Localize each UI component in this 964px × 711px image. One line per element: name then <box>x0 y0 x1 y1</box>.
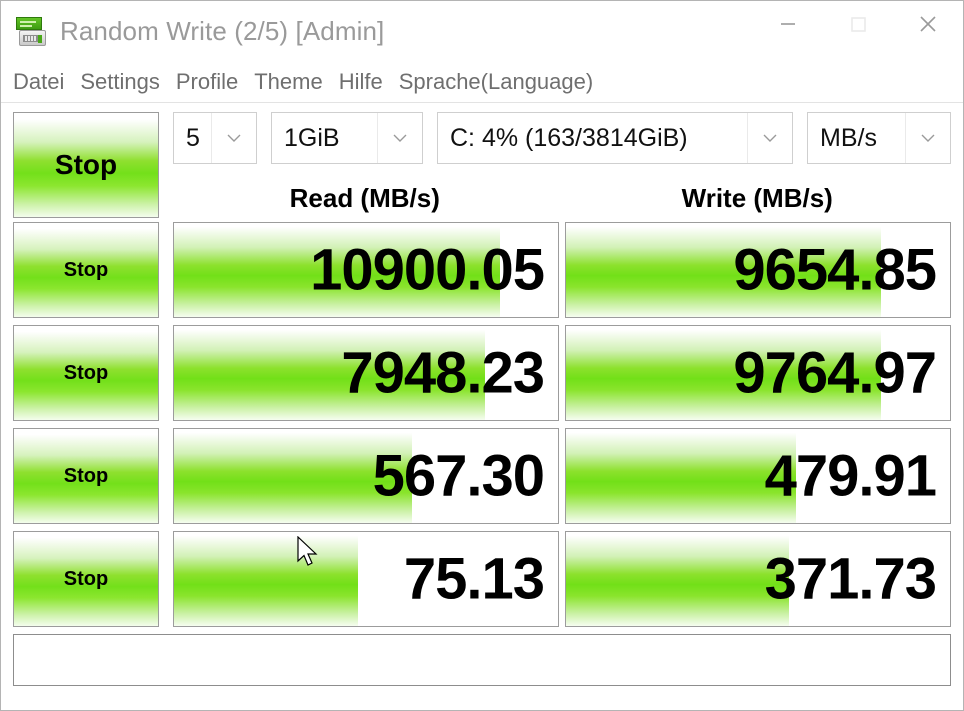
write-value-4: 371.73 <box>764 546 937 612</box>
crystaldiskmark-icon <box>14 15 48 49</box>
drive-select[interactable]: C: 4% (163/3814GiB) <box>437 112 793 164</box>
read-column-header: Read (MB/s) <box>289 183 440 213</box>
menu-item-sprache[interactable]: Sprache(Language) <box>399 69 593 95</box>
menu-bar: Datei Settings Profile Theme Hilfe Sprac… <box>1 62 963 103</box>
table-row: Stop 567.30 479.91 <box>13 428 951 524</box>
write-value-3: 479.91 <box>764 443 937 509</box>
maximize-icon <box>851 17 866 32</box>
all-benchmark-stop-button[interactable]: Stop <box>13 112 159 218</box>
menu-item-theme[interactable]: Theme <box>254 69 322 95</box>
write-fill-bar-4 <box>566 532 789 626</box>
comment-input[interactable] <box>13 634 951 686</box>
close-button[interactable] <box>893 1 963 47</box>
menu-item-profile[interactable]: Profile <box>176 69 238 95</box>
write-fill-bar-3 <box>566 429 797 523</box>
row-stop-button-3[interactable]: Stop <box>13 428 159 524</box>
window-controls <box>753 1 963 47</box>
read-result-cell-1: 10900.05 <box>173 222 559 318</box>
read-value-2: 7948.23 <box>341 340 545 406</box>
table-row: Stop 10900.05 9654.85 <box>13 222 951 318</box>
close-icon <box>920 16 936 32</box>
minimize-button[interactable] <box>753 1 823 47</box>
unit-value: MB/s <box>820 123 877 152</box>
write-result-cell-3: 479.91 <box>565 428 951 524</box>
write-result-cell-2: 9764.97 <box>565 325 951 421</box>
table-row: Stop 75.13 371.73 <box>13 531 951 627</box>
write-column-header: Write (MB/s) <box>681 183 833 213</box>
read-result-cell-3: 567.30 <box>173 428 559 524</box>
write-value-1: 9654.85 <box>733 237 937 303</box>
title-bar: Random Write (2/5) [Admin] <box>1 1 963 62</box>
toolbar-combos: 5 1GiB C: 4% (163/3814GiB) MB/s <box>173 112 951 164</box>
toolbar: Stop 5 1GiB C: 4% (163/3814GiB) MB/s Rea… <box>13 112 951 220</box>
row-stop-button-2[interactable]: Stop <box>13 325 159 421</box>
chevron-down-icon <box>905 113 950 163</box>
drive-value: C: 4% (163/3814GiB) <box>450 123 688 152</box>
maximize-button[interactable] <box>823 1 893 47</box>
write-result-cell-1: 9654.85 <box>565 222 951 318</box>
test-size-value: 1GiB <box>284 123 340 152</box>
menu-item-datei[interactable]: Datei <box>13 69 64 95</box>
test-count-value: 5 <box>186 123 200 152</box>
read-fill-bar-4 <box>174 532 359 626</box>
crystaldiskmark-window: Random Write (2/5) [Admin] Datei Setting… <box>0 0 964 711</box>
menu-item-settings[interactable]: Settings <box>80 69 160 95</box>
test-count-select[interactable]: 5 <box>173 112 257 164</box>
write-result-cell-4: 371.73 <box>565 531 951 627</box>
window-title: Random Write (2/5) [Admin] <box>60 16 385 46</box>
minimize-icon <box>781 23 795 25</box>
content-area: Stop 5 1GiB C: 4% (163/3814GiB) MB/s Rea… <box>1 103 963 686</box>
write-value-2: 9764.97 <box>733 340 937 406</box>
chevron-down-icon <box>747 113 792 163</box>
table-row: Stop 7948.23 9764.97 <box>13 325 951 421</box>
chevron-down-icon <box>377 113 422 163</box>
read-value-4: 75.13 <box>403 546 545 612</box>
read-value-3: 567.30 <box>372 443 545 509</box>
read-result-cell-4: 75.13 <box>173 531 559 627</box>
column-headers: Read (MB/s) Write (MB/s) <box>171 183 951 214</box>
row-stop-button-1[interactable]: Stop <box>13 222 159 318</box>
test-size-select[interactable]: 1GiB <box>271 112 423 164</box>
chevron-down-icon <box>211 113 256 163</box>
read-result-cell-2: 7948.23 <box>173 325 559 421</box>
results-table: Stop 10900.05 9654.85 Stop 7948.23 9764.… <box>13 222 951 627</box>
unit-select[interactable]: MB/s <box>807 112 951 164</box>
row-stop-button-4[interactable]: Stop <box>13 531 159 627</box>
read-value-1: 10900.05 <box>310 237 545 303</box>
menu-item-hilfe[interactable]: Hilfe <box>339 69 383 95</box>
